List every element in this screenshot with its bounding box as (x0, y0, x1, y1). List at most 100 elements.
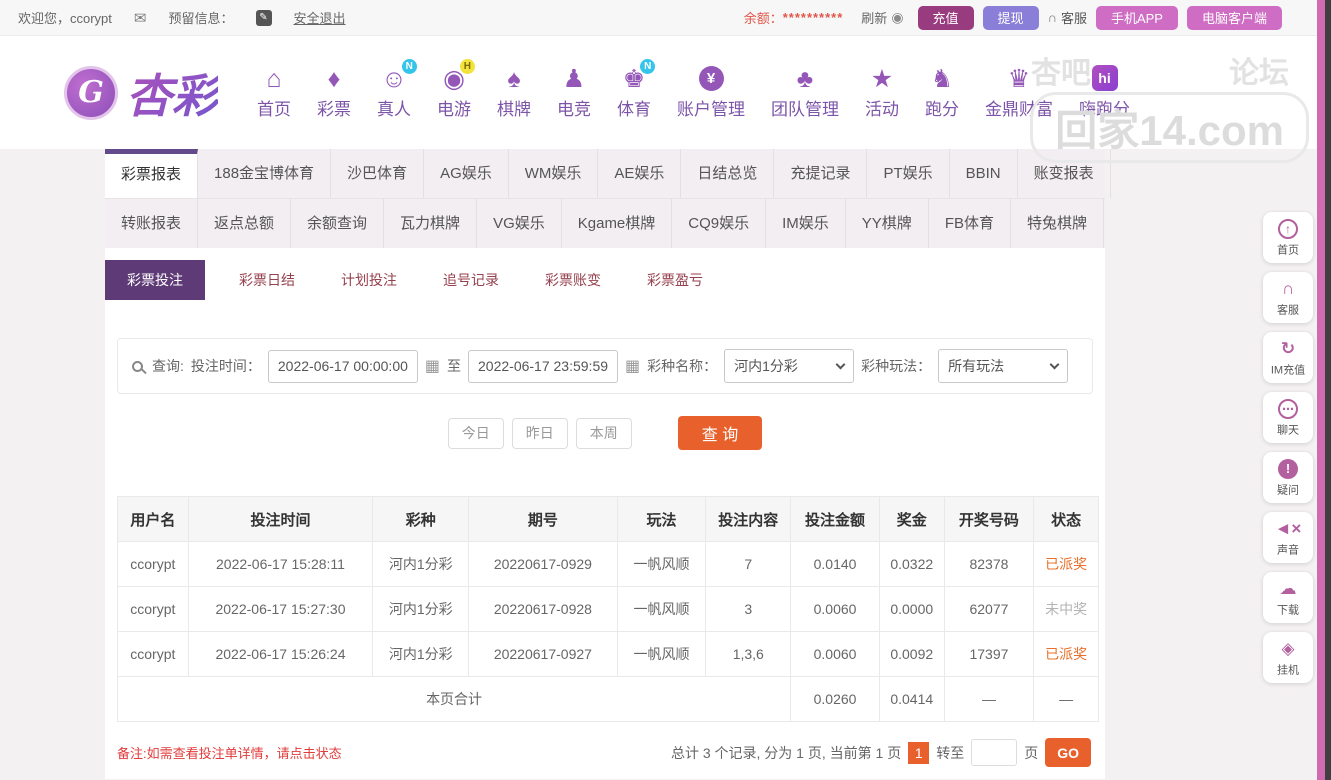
summary-prize: 0.0414 (878, 676, 945, 722)
nav-item-lottery[interactable]: ♦ 彩票 (304, 65, 364, 120)
col-amount: 投注金额 (790, 496, 880, 542)
lottery-name-select[interactable]: 河内1分彩 (724, 349, 855, 383)
tab-lottery-report[interactable]: 彩票报表 (105, 149, 199, 198)
recharge-button[interactable]: 充值 (917, 5, 974, 30)
tab-wm[interactable]: WM娱乐 (509, 149, 599, 198)
play-type-select[interactable]: 所有玩法 (938, 349, 1069, 383)
query-submit-button[interactable]: 查 询 (677, 416, 763, 450)
nav-item-sports[interactable]: ♚ N 体育 (604, 59, 664, 120)
nav-item-egames[interactable]: ◉ H 电游 (424, 59, 484, 120)
sub-tabs: 彩票投注 彩票日结 计划投注 追号记录 彩票账变 彩票盈亏 (105, 260, 1105, 300)
tab-ag[interactable]: AG娱乐 (424, 149, 509, 198)
nav-item-hi-paofen[interactable]: hi 嗨跑分 (1066, 65, 1143, 120)
side-autoplay-button[interactable]: ◈ 挂机 (1263, 632, 1313, 683)
side-download-button[interactable]: ☁ 下载 (1263, 572, 1313, 623)
tab-vg[interactable]: VG娱乐 (477, 199, 562, 248)
chevron-down-icon (835, 359, 846, 370)
tab-deposit-records[interactable]: 充提记录 (774, 149, 868, 198)
tab-im[interactable]: IM娱乐 (766, 199, 846, 248)
tab-wali-chess[interactable]: 瓦力棋牌 (384, 199, 478, 248)
mail-icon[interactable]: ✉ (134, 9, 147, 27)
calendar-icon[interactable]: ▦ (425, 356, 440, 376)
subtab-lottery-profit[interactable]: 彩票盈亏 (647, 260, 703, 300)
nav-item-live[interactable]: ☺ N 真人 (364, 59, 424, 120)
pagination: 总计 3 个记录, 分为 1 页, 当前第 1 页 1 转至 页 GO (671, 738, 1091, 767)
nav-item-paofen[interactable]: ♞ 跑分 (912, 65, 972, 120)
sports-trophy-icon: ♚ N (623, 59, 656, 93)
refresh-link[interactable]: 刷新 (861, 8, 887, 27)
yesterday-button[interactable]: 昨日 (511, 417, 568, 449)
tab-shaba-sport[interactable]: 沙巴体育 (331, 149, 425, 198)
nav-item-cards[interactable]: ♠ 棋牌 (484, 65, 544, 120)
tab-yy-chess[interactable]: YY棋牌 (846, 199, 929, 248)
col-lottery: 彩种 (372, 496, 470, 542)
side-question-button[interactable]: ! 疑问 (1263, 452, 1313, 503)
time-from-input[interactable] (267, 349, 418, 383)
balance-value: ********** (782, 10, 844, 25)
nav-item-account[interactable]: ¥ 账户管理 (664, 66, 758, 120)
tab-ae[interactable]: AE娱乐 (598, 149, 682, 198)
search-icon (132, 360, 143, 372)
tab-balance-query[interactable]: 余额查询 (291, 199, 385, 248)
calendar-icon[interactable]: ▦ (625, 356, 640, 376)
tab-bbin[interactable]: BBIN (950, 149, 1018, 198)
chat-bubble-icon: ⋯ (1278, 399, 1298, 419)
tab-terabbit-chess[interactable]: 特兔棋牌 (1011, 199, 1104, 248)
top-arrow-icon: ↑ (1278, 219, 1298, 239)
side-chat-button[interactable]: ⋯ 聊天 (1263, 392, 1313, 443)
subtab-lottery-daily[interactable]: 彩票日结 (239, 260, 295, 300)
table-footer: 备注:如需查看投注单详情，请点击状态 总计 3 个记录, 分为 1 页, 当前第… (117, 738, 1091, 767)
goto-page-input[interactable] (971, 739, 1018, 766)
summary-label: 本页合计 (116, 676, 792, 722)
page-scrollbar[interactable] (1317, 0, 1325, 780)
subtab-lottery-bets[interactable]: 彩票投注 (105, 260, 205, 300)
tab-daily-summary[interactable]: 日结总览 (681, 149, 775, 198)
tab-rebate-total[interactable]: 返点总额 (198, 199, 292, 248)
nav-item-esports[interactable]: ♟ 电竞 (544, 65, 604, 120)
eye-icon[interactable]: ◉ (891, 9, 903, 26)
subtab-lottery-account-change[interactable]: 彩票账变 (545, 260, 601, 300)
home-icon: ⌂ (266, 65, 282, 93)
tab-fb-sport[interactable]: FB体育 (929, 199, 1011, 248)
tab-kgame[interactable]: Kgame棋牌 (562, 199, 673, 248)
subtab-plan-bets[interactable]: 计划投注 (341, 260, 397, 300)
withdraw-button[interactable]: 提现 (982, 5, 1039, 30)
today-button[interactable]: 今日 (447, 417, 504, 449)
status-link[interactable]: 已派奖 (1033, 541, 1099, 587)
query-label: 查询: (152, 358, 184, 374)
nav-item-team[interactable]: ♣ 团队管理 (758, 65, 852, 120)
site-logo[interactable]: G 杏彩 (64, 60, 218, 126)
current-page-button[interactable]: 1 (908, 741, 930, 764)
mobile-app-button[interactable]: 手机APP (1095, 5, 1178, 30)
customer-service-link[interactable]: ∩ 客服 (1048, 8, 1087, 27)
pagination-summary: 总计 3 个记录, 分为 1 页, 当前第 1 页 (670, 744, 902, 761)
logout-link[interactable]: 安全退出 (294, 8, 346, 27)
lottery-name-label: 彩种名称： (647, 358, 718, 374)
status-link[interactable]: 已派奖 (1033, 631, 1099, 677)
tab-transfer-report[interactable]: 转账报表 (105, 199, 199, 248)
status-link[interactable]: 未中奖 (1033, 586, 1099, 632)
side-im-recharge-button[interactable]: ↻ IM充值 (1263, 332, 1313, 383)
nav-item-home[interactable]: ⌂ 首页 (244, 65, 304, 120)
side-home-button[interactable]: ↑ 首页 (1263, 212, 1313, 263)
tab-cq9[interactable]: CQ9娱乐 (672, 199, 767, 248)
time-to-input[interactable] (468, 349, 619, 383)
summary-row: 本页合计 0.0260 0.0414 — — (116, 676, 1099, 722)
tab-188-sport[interactable]: 188金宝博体育 (198, 149, 332, 198)
side-service-button[interactable]: ∩ 客服 (1263, 272, 1313, 323)
table-row: ccorypt 2022-06-17 15:26:24 河内1分彩 202206… (117, 631, 1099, 677)
go-button[interactable]: GO (1045, 738, 1091, 767)
tab-account-change-report[interactable]: 账变报表 (1018, 149, 1111, 198)
col-bet-time: 投注时间 (187, 496, 374, 542)
side-sound-button[interactable]: ◄× 声音 (1263, 512, 1313, 563)
site-header: G 杏彩 ⌂ 首页 ♦ 彩票 ☺ N 真人 ◉ H 电游 ♠ 棋牌 ♟ 电竞 ♚ N … (0, 36, 1331, 163)
edit-icon[interactable]: ✎ (255, 9, 272, 26)
this-week-button[interactable]: 本周 (575, 417, 632, 449)
subtab-chase-records[interactable]: 追号记录 (443, 260, 499, 300)
mute-speaker-icon: ◄× (1274, 519, 1302, 538)
pc-client-button[interactable]: 电脑客户端 (1186, 5, 1282, 30)
nav-item-activity[interactable]: ★ 活动 (852, 65, 912, 120)
col-prize: 奖金 (878, 496, 945, 542)
tab-pt[interactable]: PT娱乐 (867, 149, 950, 198)
nav-item-wealth[interactable]: ♛ 金鼎财富 (972, 65, 1066, 120)
